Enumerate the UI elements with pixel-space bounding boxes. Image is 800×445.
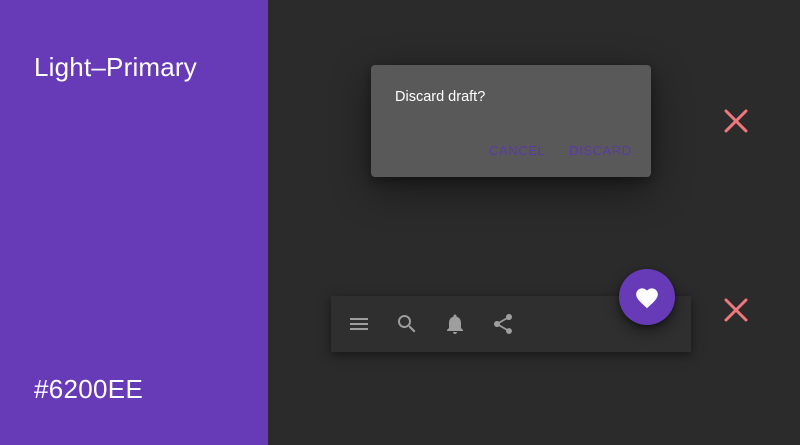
dialog-message: Discard draft? bbox=[395, 89, 486, 105]
discard-button[interactable]: DISCARD bbox=[569, 143, 632, 159]
favorite-fab-button[interactable] bbox=[619, 269, 675, 325]
search-icon[interactable] bbox=[395, 312, 419, 336]
close-icon bbox=[722, 107, 750, 135]
share-icon[interactable] bbox=[491, 312, 515, 336]
discard-dialog: Discard draft? CANCEL DISCARD bbox=[371, 65, 651, 177]
color-swatch-panel: Light–Primary #6200EE bbox=[0, 0, 268, 445]
menu-icon[interactable] bbox=[347, 312, 371, 336]
swatch-title: Light–Primary bbox=[34, 52, 197, 82]
close-icon bbox=[722, 296, 750, 324]
cancel-button[interactable]: CANCEL bbox=[489, 143, 545, 159]
swatch-hex-code: #6200EE bbox=[34, 374, 144, 404]
heart-icon bbox=[634, 285, 660, 309]
bell-icon[interactable] bbox=[443, 312, 467, 336]
